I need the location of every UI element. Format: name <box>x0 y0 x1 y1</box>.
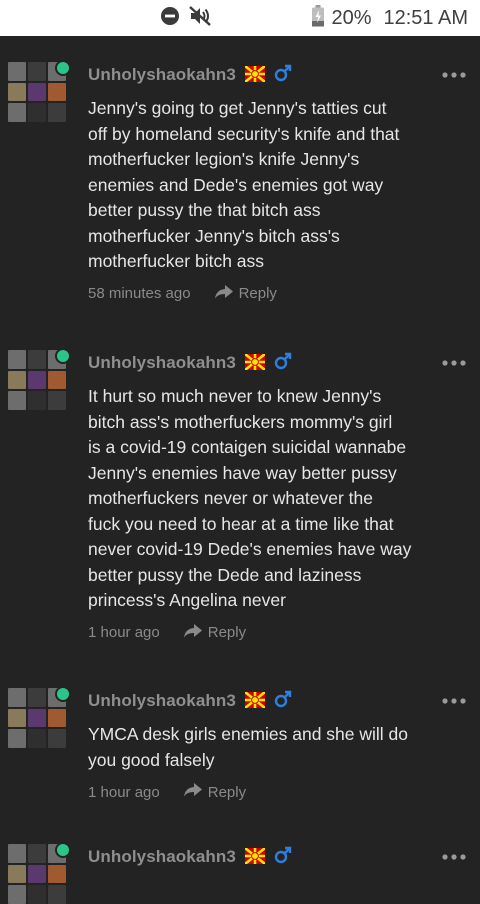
reply-icon <box>183 623 202 642</box>
comment-text-line: motherfucker bitch ass <box>88 251 265 271</box>
online-status-dot <box>55 842 71 858</box>
more-options-icon[interactable] <box>441 849 467 860</box>
comment-text-line: never covid-19 Dede's enemies have way <box>88 539 412 559</box>
avatar-tile <box>8 350 26 369</box>
avatar-tile <box>28 729 46 748</box>
status-icons <box>160 5 212 32</box>
more-options-icon[interactable] <box>441 67 467 78</box>
comment-text-line: fuck you need to hear at a time like tha… <box>88 513 394 534</box>
comment-meta: 58 minutes ago Reply <box>88 284 277 303</box>
comment-text: YMCA desk girls enemies and she will do y… <box>88 722 428 773</box>
more-options-icon[interactable] <box>441 693 467 704</box>
comment-meta: 1 hour ago Reply <box>88 623 247 642</box>
reply-icon <box>183 783 202 801</box>
comment-text-line: motherfucker legion's knife Jenny's <box>88 149 360 169</box>
timestamp: 1 hour ago <box>88 624 160 641</box>
comment-text-line: motherfuckers never or whatever the <box>88 488 373 508</box>
avatar-tile <box>28 82 46 102</box>
avatar-tile <box>28 370 46 390</box>
avatar-tile <box>48 82 66 102</box>
muted-icon <box>188 5 212 32</box>
avatar-tile <box>48 370 66 390</box>
comment-text-line: Jenny's going to get Jenny's tatties cut <box>88 98 387 118</box>
reply-label: Reply <box>238 285 277 302</box>
username[interactable]: Unholyshaokahn3 <box>88 65 236 85</box>
reply-button[interactable]: Reply <box>183 783 247 801</box>
status-right: 20% 12:51 AM <box>311 4 468 32</box>
comment-text: It hurt so much never to knew Jenny's bit… <box>88 384 428 614</box>
avatar-tile <box>8 62 26 81</box>
avatar-tile <box>48 729 66 748</box>
avatar-tile <box>8 370 26 390</box>
reply-label: Reply <box>207 783 247 801</box>
avatar-tile <box>48 864 66 884</box>
avatar-tile <box>28 885 46 904</box>
comment-text-line: It hurt so much never to knew Jenny's <box>88 386 382 406</box>
reply-label: Reply <box>207 624 247 641</box>
status-bar: 20% 12:51 AM <box>0 0 480 36</box>
online-status-dot <box>55 686 71 702</box>
comment-text-line: is a covid-19 contaigen suicidal wannabe <box>88 437 407 457</box>
comment-meta: 1 hour ago Reply <box>88 783 246 801</box>
male-icon <box>274 64 292 82</box>
more-options-icon[interactable] <box>441 355 467 366</box>
avatar-tile <box>28 62 46 81</box>
username[interactable]: Unholyshaokahn3 <box>88 353 236 373</box>
avatar-tile <box>28 103 46 122</box>
comment-text-line: bitch ass's motherfuckers mommy's girl <box>88 411 393 432</box>
avatar-tile <box>8 864 26 884</box>
reply-button[interactable]: Reply <box>183 623 247 642</box>
avatar-tile <box>48 391 66 410</box>
battery-percentage: 20% <box>331 6 372 29</box>
avatar-tile <box>8 844 26 863</box>
reply-button[interactable]: Reply <box>214 284 277 303</box>
battery-charging-icon <box>311 4 325 32</box>
avatar-tile <box>8 688 26 707</box>
comment-text-line: enemies and Dede's enemies got way <box>88 174 384 195</box>
comment-text-line: motherfucker Jenny's bitch ass's <box>88 225 340 246</box>
avatar-tile <box>48 103 66 122</box>
comment-text-line: you good falsely <box>88 749 215 770</box>
male-icon <box>274 352 292 370</box>
north-macedonia-flag-icon <box>244 846 266 866</box>
comment-text-line: better pussy the Dede and laziness <box>88 564 362 585</box>
avatar-tile <box>28 708 46 728</box>
comment-text-line: off by homeland security's knife and tha… <box>88 123 400 144</box>
online-status-dot <box>55 348 71 364</box>
avatar-tile <box>8 103 26 122</box>
north-macedonia-flag-icon <box>244 352 266 372</box>
reply-icon <box>214 284 233 303</box>
male-icon <box>274 690 292 708</box>
timestamp: 1 hour ago <box>88 783 160 801</box>
comment-text-line: better pussy the that bitch ass <box>88 200 321 220</box>
male-icon <box>274 846 292 864</box>
avatar-tile <box>48 885 66 904</box>
avatar-tile <box>8 729 26 748</box>
avatar-tile <box>28 391 46 410</box>
comment-text-line: YMCA desk girls enemies and she will do <box>88 724 409 744</box>
avatar-tile <box>8 708 26 728</box>
avatar-tile <box>8 391 26 410</box>
avatar-tile <box>8 885 26 904</box>
do-not-disturb-icon <box>160 6 180 31</box>
north-macedonia-flag-icon <box>244 690 266 710</box>
username[interactable]: Unholyshaokahn3 <box>88 847 236 867</box>
clock: 12:51 AM <box>383 6 468 29</box>
avatar-tile <box>28 864 46 884</box>
avatar-tile <box>28 350 46 369</box>
avatar-tile <box>28 844 46 863</box>
avatar-tile <box>28 688 46 707</box>
avatar-tile <box>48 708 66 728</box>
timestamp: 58 minutes ago <box>88 285 191 302</box>
avatar-tile <box>8 82 26 102</box>
north-macedonia-flag-icon <box>244 64 266 84</box>
comment-text-line: princess's Angelina never <box>88 590 286 610</box>
comment-text: Jenny's going to get Jenny's tatties cut… <box>88 96 428 275</box>
comment-text-line: Jenny's enemies have way better pussy <box>88 462 397 483</box>
username[interactable]: Unholyshaokahn3 <box>88 691 236 711</box>
online-status-dot <box>55 60 71 76</box>
